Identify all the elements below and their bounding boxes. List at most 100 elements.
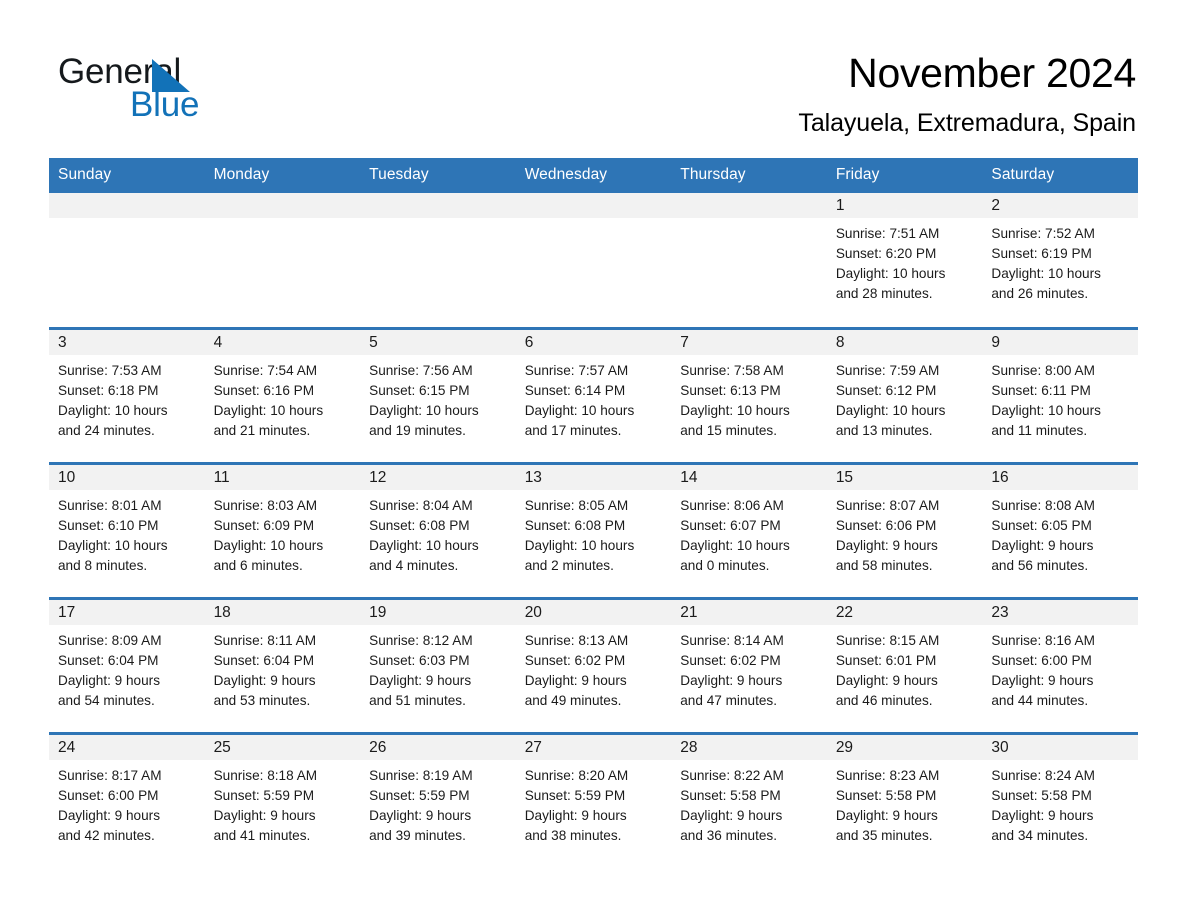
sunset-text: Sunset: 6:13 PM bbox=[680, 382, 781, 398]
day-cell[interactable]: 22 Sunrise: 8:15 AM Sunset: 6:01 PM Dayl… bbox=[826, 596, 983, 733]
day-cell[interactable]: 19 Sunrise: 8:12 AM Sunset: 6:03 PM Dayl… bbox=[360, 596, 516, 733]
sunrise-text: Sunrise: 7:56 AM bbox=[369, 362, 473, 378]
day-number: 5 bbox=[360, 329, 516, 355]
daylight-line2: and 58 minutes. bbox=[835, 557, 933, 573]
day-cell[interactable]: 6 Sunrise: 7:57 AM Sunset: 6:14 PM Dayli… bbox=[515, 326, 672, 463]
daylight-line1: Daylight: 10 hours bbox=[58, 537, 168, 553]
daylight-line1: Daylight: 9 hours bbox=[835, 807, 938, 823]
daylight-line2: and 17 minutes. bbox=[524, 422, 622, 438]
daylight-line1: Daylight: 9 hours bbox=[991, 672, 1094, 688]
day-cell[interactable]: 20 Sunrise: 8:13 AM Sunset: 6:02 PM Dayl… bbox=[515, 596, 672, 733]
sunrise-text: Sunrise: 8:04 AM bbox=[369, 497, 473, 513]
sunset-text: Sunset: 6:04 PM bbox=[213, 652, 315, 668]
day-number: 3 bbox=[49, 329, 205, 355]
daylight-line2: and 2 minutes. bbox=[524, 557, 614, 573]
daylight-line1: Daylight: 10 hours bbox=[680, 537, 790, 553]
daylight-line2: and 26 minutes. bbox=[991, 286, 1089, 301]
day-cell[interactable]: 14 Sunrise: 8:06 AM Sunset: 6:07 PM Dayl… bbox=[671, 461, 827, 598]
sunrise-text: Sunrise: 8:19 AM bbox=[369, 767, 473, 783]
sunrise-text: Sunrise: 8:13 AM bbox=[524, 632, 629, 648]
daylight-line2: and 42 minutes. bbox=[58, 827, 155, 843]
day-cell[interactable]: 24 Sunrise: 8:17 AM Sunset: 6:00 PM Dayl… bbox=[49, 731, 205, 867]
daylight-line2: and 41 minutes. bbox=[213, 827, 311, 843]
sunrise-text: Sunrise: 8:17 AM bbox=[58, 767, 162, 783]
sunrise-text: Sunrise: 8:20 AM bbox=[524, 767, 629, 783]
day-cell[interactable]: 8 Sunrise: 7:59 AM Sunset: 6:12 PM Dayli… bbox=[826, 326, 983, 463]
day-cell[interactable]: 28 Sunrise: 8:22 AM Sunset: 5:58 PM Dayl… bbox=[671, 731, 827, 867]
sunrise-text: Sunrise: 7:52 AM bbox=[991, 226, 1095, 241]
day-cell[interactable] bbox=[204, 193, 361, 328]
generalblue-logo[interactable]: General Blue bbox=[58, 52, 318, 132]
day-number: 1 bbox=[826, 193, 983, 218]
day-cell[interactable]: 29 Sunrise: 8:23 AM Sunset: 5:58 PM Dayl… bbox=[826, 731, 983, 867]
sunrise-text: Sunrise: 7:53 AM bbox=[58, 362, 162, 378]
sunset-text: Sunset: 6:02 PM bbox=[524, 652, 626, 668]
day-details: Sunrise: 8:00 AM Sunset: 6:11 PM Dayligh… bbox=[982, 355, 1138, 441]
day-cell[interactable]: 23 Sunrise: 8:16 AM Sunset: 6:00 PM Dayl… bbox=[982, 596, 1138, 733]
calendar-grid: Sunday Monday Tuesday Wednesday Thursday… bbox=[49, 158, 1138, 867]
day-cell[interactable]: 3 Sunrise: 7:53 AM Sunset: 6:18 PM Dayli… bbox=[49, 326, 205, 463]
day-number: 21 bbox=[671, 599, 827, 625]
day-cell[interactable]: 5 Sunrise: 7:56 AM Sunset: 6:15 PM Dayli… bbox=[360, 326, 516, 463]
day-cell[interactable]: 15 Sunrise: 8:07 AM Sunset: 6:06 PM Dayl… bbox=[826, 461, 983, 598]
daylight-line2: and 56 minutes. bbox=[991, 557, 1089, 573]
day-cell[interactable]: 2 Sunrise: 7:52 AM Sunset: 6:19 PM Dayli… bbox=[982, 193, 1138, 328]
sunrise-text: Sunrise: 7:51 AM bbox=[835, 226, 940, 241]
day-cell[interactable]: 16 Sunrise: 8:08 AM Sunset: 6:05 PM Dayl… bbox=[982, 461, 1138, 598]
day-details: Sunrise: 8:17 AM Sunset: 6:00 PM Dayligh… bbox=[49, 760, 205, 846]
daylight-line1: Daylight: 10 hours bbox=[835, 402, 946, 418]
page-title: November 2024 bbox=[848, 50, 1136, 96]
day-cell[interactable]: 27 Sunrise: 8:20 AM Sunset: 5:59 PM Dayl… bbox=[515, 731, 672, 867]
week-row: 10 Sunrise: 8:01 AM Sunset: 6:10 PM Dayl… bbox=[49, 461, 1138, 598]
day-number: 14 bbox=[671, 464, 827, 490]
day-number: 16 bbox=[982, 464, 1138, 490]
daylight-line2: and 38 minutes. bbox=[524, 827, 622, 843]
day-cell[interactable]: 9 Sunrise: 8:00 AM Sunset: 6:11 PM Dayli… bbox=[982, 326, 1138, 463]
day-cell[interactable]: 17 Sunrise: 8:09 AM Sunset: 6:04 PM Dayl… bbox=[49, 596, 205, 733]
sunrise-text: Sunrise: 8:22 AM bbox=[680, 767, 784, 783]
day-details: Sunrise: 8:06 AM Sunset: 6:07 PM Dayligh… bbox=[671, 490, 827, 576]
day-details: Sunrise: 8:11 AM Sunset: 6:04 PM Dayligh… bbox=[205, 625, 361, 711]
daylight-line1: Daylight: 10 hours bbox=[991, 266, 1101, 281]
sunset-text: Sunset: 5:59 PM bbox=[524, 787, 626, 803]
day-details: Sunrise: 8:13 AM Sunset: 6:02 PM Dayligh… bbox=[516, 625, 672, 711]
title-block: November 2024 Talayuela, Extremadura, Sp… bbox=[798, 48, 1136, 139]
day-cell[interactable]: 30 Sunrise: 8:24 AM Sunset: 5:58 PM Dayl… bbox=[982, 731, 1138, 867]
day-cell[interactable]: 4 Sunrise: 7:54 AM Sunset: 6:16 PM Dayli… bbox=[204, 326, 361, 463]
day-cell[interactable] bbox=[360, 193, 516, 328]
day-number: 22 bbox=[826, 599, 983, 625]
page-header: General Blue November 2024 Talayuela, Ex… bbox=[0, 0, 1188, 155]
day-number: 24 bbox=[49, 734, 205, 760]
day-cell[interactable]: 26 Sunrise: 8:19 AM Sunset: 5:59 PM Dayl… bbox=[360, 731, 516, 867]
day-number bbox=[49, 193, 205, 218]
day-number bbox=[671, 193, 827, 218]
day-details bbox=[360, 218, 516, 224]
day-cell[interactable] bbox=[49, 193, 205, 328]
day-cell[interactable] bbox=[515, 193, 672, 328]
sunrise-text: Sunrise: 8:03 AM bbox=[213, 497, 318, 513]
day-cell[interactable]: 11 Sunrise: 8:03 AM Sunset: 6:09 PM Dayl… bbox=[204, 461, 361, 598]
day-cell[interactable]: 7 Sunrise: 7:58 AM Sunset: 6:13 PM Dayli… bbox=[671, 326, 827, 463]
day-cell[interactable]: 1 Sunrise: 7:51 AM Sunset: 6:20 PM Dayli… bbox=[826, 193, 983, 328]
day-details: Sunrise: 7:57 AM Sunset: 6:14 PM Dayligh… bbox=[516, 355, 672, 441]
day-cell[interactable]: 21 Sunrise: 8:14 AM Sunset: 6:02 PM Dayl… bbox=[671, 596, 827, 733]
sunset-text: Sunset: 6:18 PM bbox=[58, 382, 159, 398]
day-number: 20 bbox=[515, 599, 672, 625]
day-cell[interactable] bbox=[671, 193, 827, 328]
calendar-page: General Blue November 2024 Talayuela, Ex… bbox=[0, 0, 1188, 918]
day-cell[interactable]: 25 Sunrise: 8:18 AM Sunset: 5:59 PM Dayl… bbox=[204, 731, 361, 867]
day-cell[interactable]: 18 Sunrise: 8:11 AM Sunset: 6:04 PM Dayl… bbox=[204, 596, 361, 733]
day-number: 19 bbox=[360, 599, 516, 625]
sunrise-text: Sunrise: 8:16 AM bbox=[991, 632, 1095, 648]
day-details: Sunrise: 8:23 AM Sunset: 5:58 PM Dayligh… bbox=[827, 760, 983, 846]
day-cell[interactable]: 13 Sunrise: 8:05 AM Sunset: 6:08 PM Dayl… bbox=[515, 461, 672, 598]
daylight-line1: Daylight: 10 hours bbox=[58, 402, 168, 418]
daylight-line1: Daylight: 9 hours bbox=[835, 537, 938, 553]
day-details: Sunrise: 8:04 AM Sunset: 6:08 PM Dayligh… bbox=[360, 490, 516, 576]
day-cell[interactable]: 10 Sunrise: 8:01 AM Sunset: 6:10 PM Dayl… bbox=[49, 461, 205, 598]
day-cell[interactable]: 12 Sunrise: 8:04 AM Sunset: 6:08 PM Dayl… bbox=[360, 461, 516, 598]
sunset-text: Sunset: 6:00 PM bbox=[58, 787, 159, 803]
day-number: 11 bbox=[204, 464, 361, 490]
sunrise-text: Sunrise: 8:09 AM bbox=[58, 632, 162, 648]
sunset-text: Sunset: 6:08 PM bbox=[369, 517, 470, 533]
